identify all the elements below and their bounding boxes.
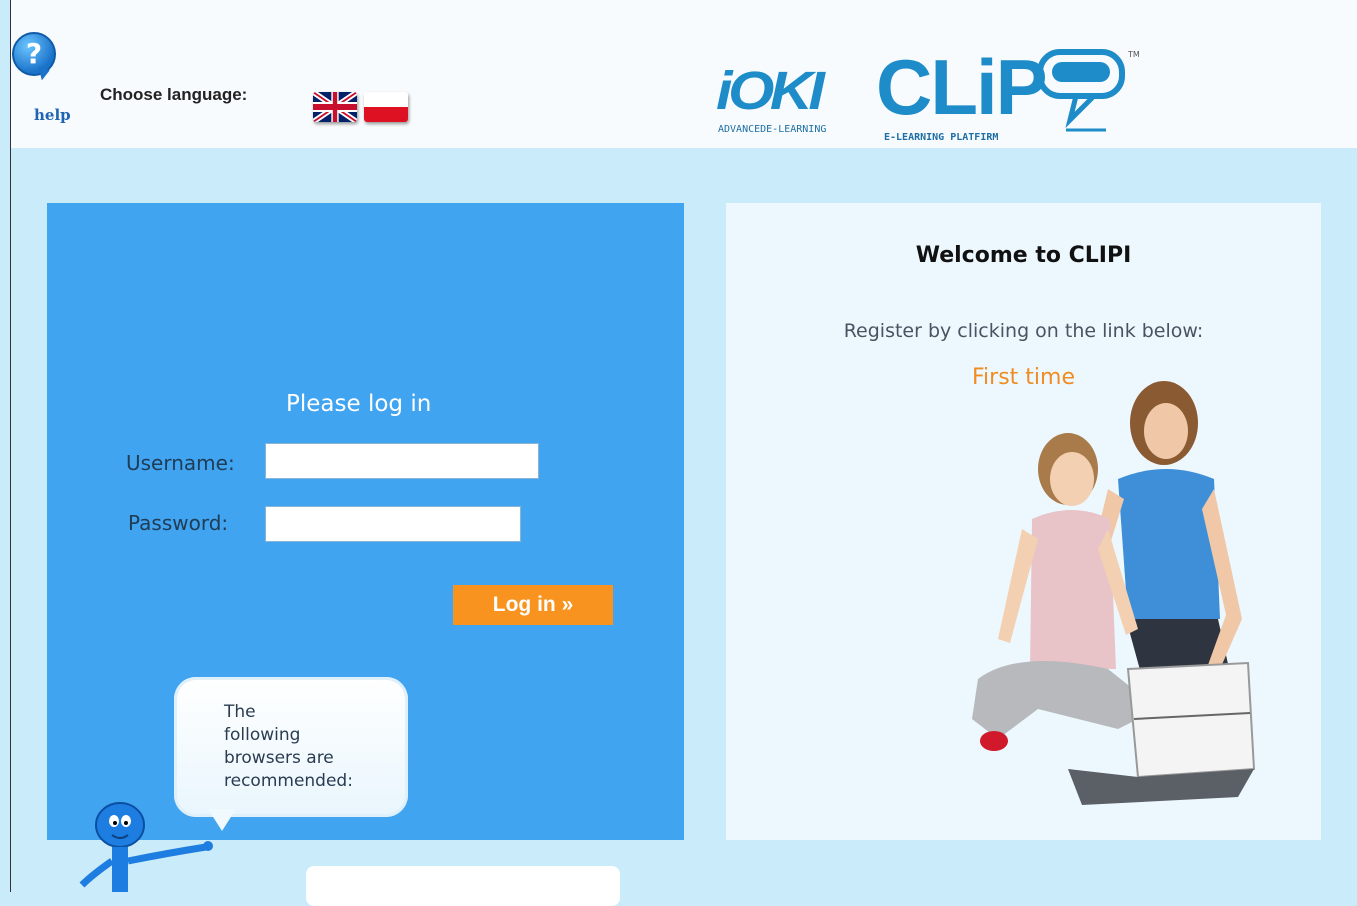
welcome-heading: Welcome to CLIPI (915, 243, 1132, 268)
password-input[interactable] (265, 506, 521, 542)
password-label: Password: (128, 511, 229, 535)
clip-tagline: E-LEARNING PLATFIRM (884, 132, 999, 143)
username-label: Username: (126, 451, 235, 475)
login-button[interactable]: Log in » (453, 585, 613, 625)
help-button[interactable]: ? help (12, 32, 82, 127)
clip-logo-text: CLiP (876, 43, 1048, 131)
register-instruction: Register by clicking on the link below: (843, 320, 1204, 342)
login-title: Please log in (286, 391, 432, 417)
browser-recommendation-text: The following browsers are recommended: (224, 702, 353, 791)
welcome-panel: Welcome to CLIPI Register by clicking on… (726, 203, 1321, 840)
help-label: help (34, 106, 71, 124)
mascot-character-icon (79, 802, 213, 892)
ioki-logo-text: iOKI (716, 61, 825, 121)
ioki-tagline: ADVANCEDE-LEARNING (718, 124, 827, 135)
students-with-laptop-photo (972, 381, 1256, 805)
polish-flag-icon[interactable] (364, 92, 408, 122)
trademark-label: TM (1128, 50, 1140, 59)
username-input[interactable] (265, 443, 539, 479)
recommended-browsers-box (306, 866, 620, 906)
english-flag-icon[interactable] (313, 92, 357, 122)
speech-bubble-logo-icon (1037, 49, 1125, 132)
help-bubble-tail (34, 66, 50, 82)
ioki-clip-logo: iOKI ADVANCEDE-LEARNING CLiP E-LEARNING … (716, 43, 1156, 144)
choose-language-label: Choose language: (100, 85, 248, 104)
